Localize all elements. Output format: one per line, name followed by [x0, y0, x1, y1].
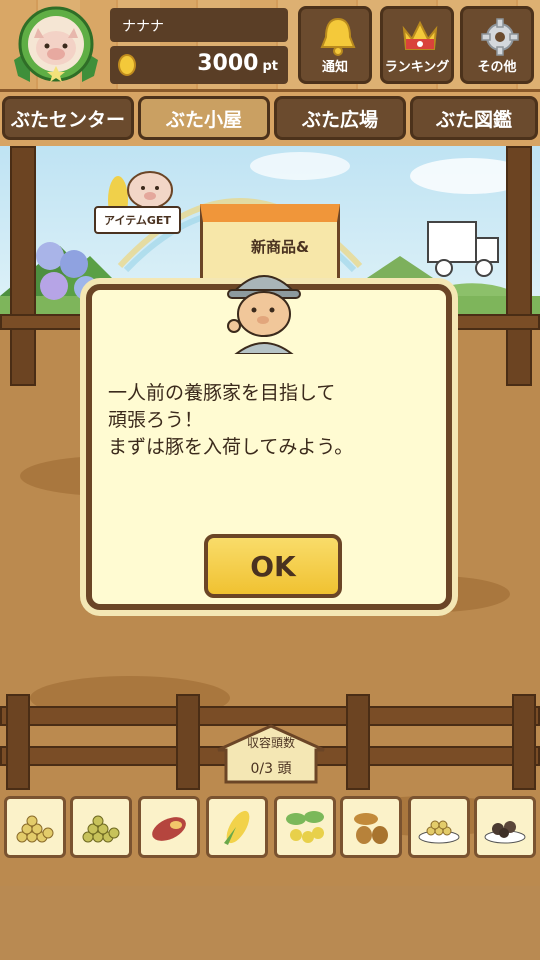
ok-button[interactable]: OK: [204, 534, 342, 598]
dialog-message: 一人前の養豚家を目指して 頑張ろう！ まずは豚を入荷してみよう。: [108, 380, 438, 461]
dialog-line: 頑張ろう！: [108, 409, 204, 431]
farmer-mascot-icon: [227, 275, 301, 354]
dialog-line: まずは豚を入荷してみよう。: [108, 436, 354, 458]
dialog-line: 一人前の養豚家を目指して: [108, 382, 336, 404]
